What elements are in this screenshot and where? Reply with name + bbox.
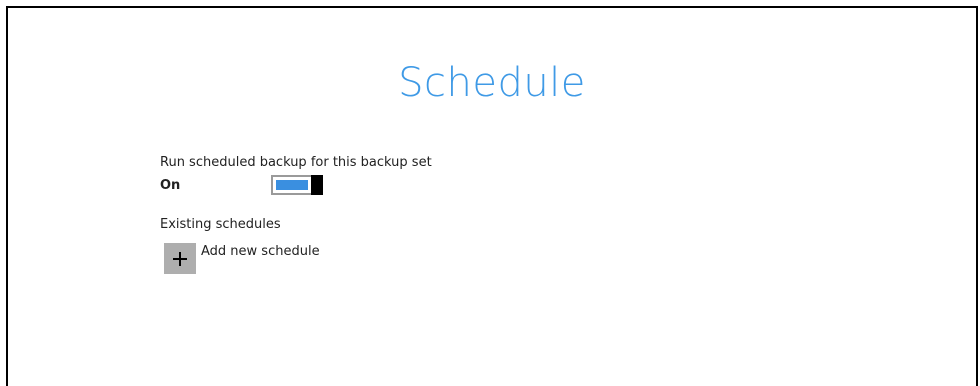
scheduled-backup-toggle[interactable]: [271, 175, 323, 195]
existing-schedules-label: Existing schedules: [160, 217, 281, 232]
toggle-state-label: On: [160, 178, 181, 193]
main-panel: Schedule Run scheduled backup for this b…: [6, 6, 978, 386]
page-title: Schedule: [398, 60, 586, 106]
toggle-knob[interactable]: [311, 175, 323, 195]
add-new-schedule-button[interactable]: [164, 243, 196, 274]
scheduled-backup-label: Run scheduled backup for this backup set: [160, 155, 432, 170]
toggle-track-fill: [276, 180, 308, 190]
add-new-schedule-link[interactable]: Add new schedule: [201, 244, 320, 259]
